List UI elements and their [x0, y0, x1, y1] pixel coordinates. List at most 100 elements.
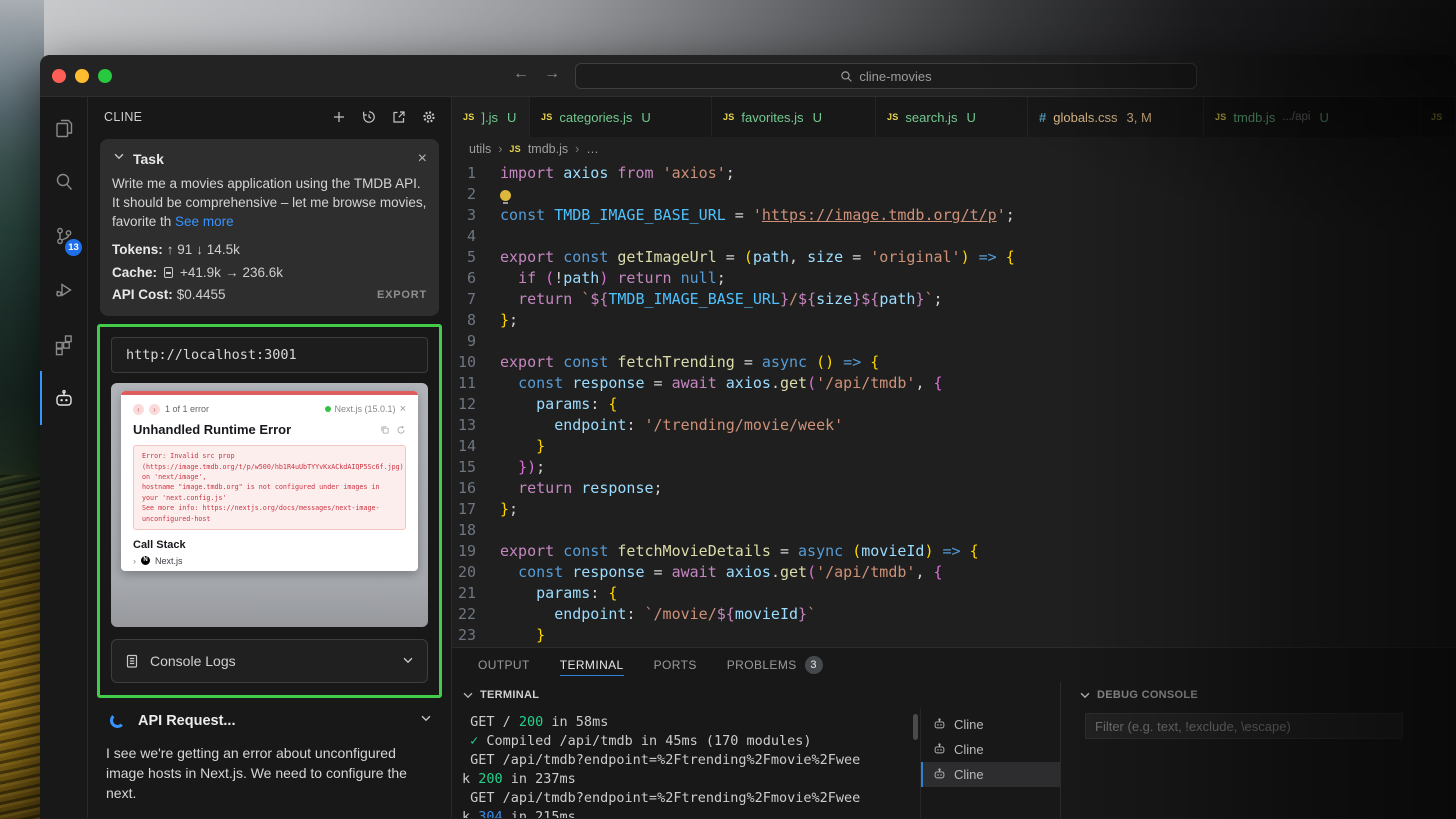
editor-tab-partial[interactable]: JS — [1420, 97, 1456, 137]
code-text: } — [500, 436, 545, 457]
browser-preview: ‹ › 1 of 1 error Next.js (15.0.1) × — [111, 383, 428, 627]
cache-arrow-icon: → — [225, 262, 239, 284]
copy-error-icon[interactable] — [380, 425, 390, 435]
code-text: params: { — [500, 394, 617, 415]
debug-console-header[interactable]: DEBUG CONSOLE — [1061, 682, 1456, 708]
terminal-session-item[interactable]: Cline — [921, 762, 1060, 787]
code-line: 15 }); — [452, 457, 1456, 478]
code-text: export const getImageUrl = (path, size =… — [500, 247, 1015, 268]
close-window-button[interactable] — [52, 69, 66, 83]
panel-tab-problems[interactable]: PROBLEMS3 — [727, 648, 823, 682]
terminal-section-header[interactable]: TERMINAL — [452, 682, 1060, 708]
terminal-session-list: ClineClineCline — [920, 708, 1060, 818]
minimize-window-button[interactable] — [75, 69, 89, 83]
see-more-link[interactable]: See more — [175, 214, 234, 229]
frame-label: Next.js — [155, 556, 183, 566]
line-number: 19 — [452, 541, 500, 562]
desktop: ← → cline-movies 13 — [0, 0, 1456, 819]
lightbulb-icon[interactable] — [500, 190, 511, 201]
code-text: export const fetchMovieDetails = async (… — [500, 541, 979, 562]
code-line: 2 — [452, 184, 1456, 205]
api-request-row[interactable]: API Request... — [88, 698, 451, 736]
cline-sidebar: CLINE Task × Write me a movies applica — [88, 97, 452, 818]
cline-extension-icon[interactable] — [40, 371, 87, 425]
open-in-editor-icon[interactable] — [389, 107, 409, 127]
wallpaper-sky — [0, 0, 1456, 60]
editor-tab-].js[interactable]: JS].jsU — [452, 97, 530, 137]
error-overlay-close-icon[interactable]: × — [400, 403, 406, 415]
tab-path-hint: .../api — [1282, 111, 1310, 123]
line-number: 9 — [452, 331, 500, 352]
maximize-window-button[interactable] — [98, 69, 112, 83]
code-line: 18 — [452, 520, 1456, 541]
panel-tab-ports[interactable]: PORTS — [654, 648, 697, 682]
breadcrumb-file[interactable]: tmdb.js — [528, 142, 568, 156]
panel-tab-terminal[interactable]: TERMINAL — [560, 648, 624, 682]
history-back-button[interactable]: ← — [510, 65, 532, 83]
breadcrumb-folder[interactable]: utils — [469, 142, 491, 156]
task-collapse-icon[interactable] — [112, 149, 126, 168]
code-line: 7 return `${TMDB_IMAGE_BASE_URL}/${size}… — [452, 289, 1456, 310]
task-close-icon[interactable]: × — [418, 151, 427, 167]
chevron-down-icon — [461, 688, 475, 702]
prev-error-button[interactable]: ‹ — [133, 404, 144, 415]
js-file-icon: JS — [541, 112, 552, 122]
terminal-session-item[interactable]: Cline — [921, 737, 1060, 762]
code-text: const response = await axios.get('/api/t… — [500, 373, 943, 394]
code-editor[interactable]: 1import axios from 'axios';23const TMDB_… — [452, 160, 1456, 647]
titlebar: ← → cline-movies — [40, 55, 1456, 97]
search-view-icon[interactable] — [40, 155, 87, 209]
call-stack-frame[interactable]: › N Next.js — [133, 556, 406, 566]
nextjs-icon: N — [141, 556, 150, 565]
next-error-button[interactable]: › — [149, 404, 160, 415]
new-task-icon[interactable] — [329, 107, 349, 127]
source-control-icon[interactable]: 13 — [40, 209, 87, 263]
editor-tab-search.js[interactable]: JSsearch.jsU — [876, 97, 1028, 137]
terminal-session-item[interactable]: Cline — [921, 712, 1060, 737]
api-cost-label: API Cost: — [112, 284, 173, 306]
command-center-search[interactable]: cline-movies — [575, 63, 1197, 89]
code-line: 17}; — [452, 499, 1456, 520]
history-forward-button[interactable]: → — [541, 65, 563, 83]
reload-icon[interactable] — [396, 425, 406, 435]
terminal-session-label: Cline — [954, 767, 984, 782]
cache-read: 236.6k — [242, 262, 283, 284]
css-file-icon: # — [1039, 110, 1046, 125]
line-number: 18 — [452, 520, 500, 541]
console-logs-toggle[interactable]: Console Logs — [111, 639, 428, 683]
call-stack-frame[interactable]: Array.map — [135, 570, 406, 571]
code-text: return response; — [500, 478, 663, 499]
breadcrumb-symbol[interactable]: … — [586, 142, 599, 156]
code-text: return `${TMDB_IMAGE_BASE_URL}/${size}${… — [500, 289, 943, 310]
editor-tab-favorites.js[interactable]: JSfavorites.jsU — [712, 97, 876, 137]
history-icon[interactable] — [359, 107, 379, 127]
code-line: 4 — [452, 226, 1456, 247]
panel-tab-label: TERMINAL — [560, 658, 624, 672]
extensions-icon[interactable] — [40, 317, 87, 371]
explorer-icon[interactable] — [40, 101, 87, 155]
panel-tab-output[interactable]: OUTPUT — [478, 648, 530, 682]
terminal-scrollbar[interactable] — [913, 714, 918, 740]
panel-tab-label: PORTS — [654, 658, 697, 672]
editor-tab-globals.css[interactable]: #globals.css3, M — [1028, 97, 1204, 137]
task-title: Task — [133, 151, 164, 167]
settings-gear-icon[interactable] — [419, 107, 439, 127]
tab-label: globals.css — [1053, 110, 1117, 125]
breadcrumb[interactable]: utils › JS tmdb.js › … — [452, 137, 1456, 160]
terminal-line: ✓ Compiled /api/tmdb in 45ms (170 module… — [462, 732, 920, 751]
editor-tab-tmdb.js[interactable]: JStmdb.js.../apiU — [1204, 97, 1420, 137]
js-file-icon: JS — [887, 112, 898, 122]
tab-label: search.js — [905, 110, 957, 125]
terminal-output[interactable]: GET / 200 in 58ms ✓ Compiled /api/tmdb i… — [452, 708, 920, 818]
editor-tab-categories.js[interactable]: JScategories.jsU — [530, 97, 712, 137]
export-button[interactable]: EXPORT — [377, 286, 427, 304]
code-line: 12 params: { — [452, 394, 1456, 415]
debug-filter-input[interactable] — [1085, 713, 1403, 739]
browser-url-field[interactable]: http://localhost:3001 — [111, 337, 428, 373]
workspace-name: cline-movies — [859, 69, 931, 84]
expand-chevron-icon[interactable]: › — [133, 556, 136, 566]
call-stack-list: ›NNext.jsArray.map›NNext.js›React — [133, 556, 406, 571]
cline-bot-icon — [932, 716, 947, 734]
chevron-down-icon — [1078, 688, 1092, 702]
run-debug-icon[interactable] — [40, 263, 87, 317]
